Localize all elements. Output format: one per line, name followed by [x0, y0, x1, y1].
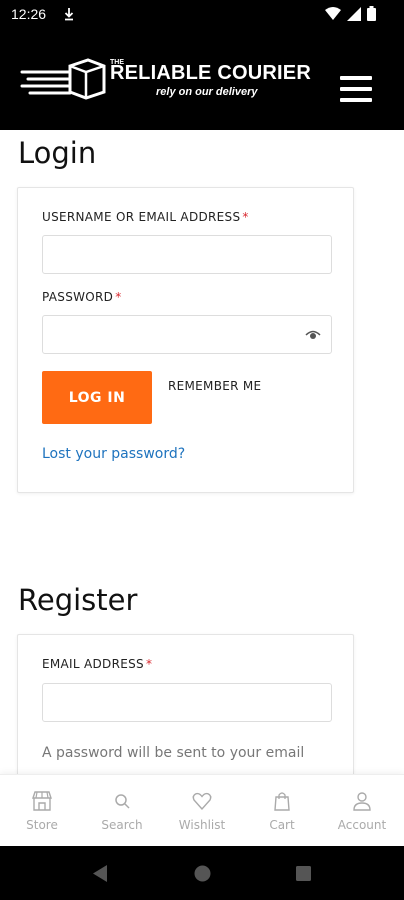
nav-cart[interactable]: Cart: [242, 775, 322, 847]
email-label: EMAIL ADDRESS *: [42, 657, 153, 671]
lost-password-link[interactable]: Lost your password?: [42, 446, 185, 462]
password-label: PASSWORD *: [42, 290, 122, 304]
logo-title: RELIABLE COURIER: [110, 62, 311, 84]
nav-cart-label: Cart: [269, 818, 295, 832]
nav-account[interactable]: Account: [322, 775, 402, 847]
back-icon[interactable]: [92, 865, 108, 882]
nav-wishlist[interactable]: Wishlist: [162, 775, 242, 847]
bottom-navigation: Store Search Wishlist Cart Account: [0, 774, 404, 846]
status-icons: [325, 6, 376, 21]
download-icon: [64, 8, 74, 21]
site-header: THE RELIABLE COURIER rely on our deliver…: [0, 28, 404, 130]
required-mark: *: [115, 290, 122, 304]
password-help-text: A password will be sent to your email: [42, 745, 305, 761]
battery-icon: [367, 6, 376, 21]
login-button[interactable]: LOG IN: [42, 371, 152, 424]
courier-truck-logo-icon: [20, 58, 106, 100]
register-title: Register: [18, 583, 138, 617]
user-icon: [353, 792, 371, 811]
username-label: USERNAME OR EMAIL ADDRESS *: [42, 210, 249, 224]
nav-store-label: Store: [26, 818, 58, 832]
email-input[interactable]: [42, 683, 332, 722]
show-password-eye-icon[interactable]: [305, 329, 321, 341]
username-input[interactable]: [42, 235, 332, 274]
register-form-card: EMAIL ADDRESS * A password will be sent t…: [17, 634, 354, 794]
bag-icon: [274, 792, 290, 811]
menu-hamburger-icon[interactable]: [340, 76, 372, 102]
status-bar: 12:26: [0, 0, 404, 28]
status-time: 12:26: [11, 6, 47, 22]
remember-me-label[interactable]: REMEMBER ME: [168, 379, 261, 393]
required-mark: *: [145, 657, 153, 671]
login-title: Login: [18, 136, 97, 170]
recents-icon[interactable]: [296, 866, 311, 881]
nav-wishlist-label: Wishlist: [178, 818, 226, 832]
site-logo[interactable]: THE RELIABLE COURIER rely on our deliver…: [20, 54, 311, 104]
home-icon[interactable]: [194, 865, 211, 882]
store-icon: [32, 791, 52, 811]
login-form-card: USERNAME OR EMAIL ADDRESS * PASSWORD * LOG…: [17, 187, 354, 493]
heart-icon: [192, 792, 212, 811]
nav-store[interactable]: Store: [2, 775, 82, 847]
logo-tagline: rely on our delivery: [156, 86, 258, 98]
wifi-icon: [325, 6, 341, 20]
required-mark: *: [242, 210, 249, 224]
nav-search[interactable]: Search: [82, 775, 162, 847]
system-navigation-bar: [0, 846, 404, 900]
password-input[interactable]: [42, 315, 332, 354]
search-icon: [115, 794, 130, 809]
nav-account-label: Account: [337, 818, 387, 832]
signal-icon: [347, 6, 361, 21]
nav-search-label: Search: [101, 818, 143, 832]
